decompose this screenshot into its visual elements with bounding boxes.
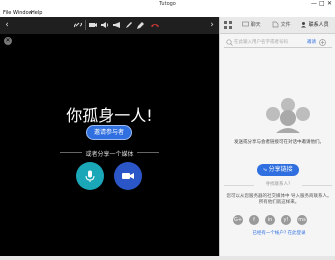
tab-files[interactable]: 文件 — [272, 20, 298, 30]
search-input[interactable]: 在此输入用户名字或者号码 — [234, 39, 288, 45]
maximize-button[interactable]: □ — [319, 0, 325, 8]
window-title: Tutogo — [159, 1, 176, 7]
facebook-icon[interactable]: f — [249, 215, 259, 225]
call-area: ‹ › ✕ 你孤身一人! 邀请参与者 或者分享一个媒体 — [0, 17, 219, 256]
google-plus-icon[interactable]: G+ — [233, 215, 243, 225]
tab-files-label: 文件 — [280, 22, 291, 28]
yahoo-icon[interactable]: y! — [281, 215, 291, 225]
login-link[interactable]: 已经有一个帐户? 在此登录 — [226, 230, 332, 236]
window-titlebar: Tutogo — □ ✕ — [0, 0, 335, 9]
grid-icon[interactable] — [224, 20, 232, 30]
microphone-icon — [85, 170, 95, 182]
share-media-divider: 或者分享一个媒体 — [0, 147, 219, 158]
tab-chat[interactable]: 聊天 — [242, 20, 268, 30]
toolbar-divider — [85, 20, 86, 30]
edit-icon[interactable] — [136, 20, 146, 30]
close-window-button[interactable]: ✕ — [327, 0, 332, 8]
share-link-label: 分享链接 — [268, 166, 293, 173]
camera-icon[interactable] — [88, 20, 98, 30]
menu-help[interactable]: Help — [31, 10, 42, 16]
chevron-right-icon[interactable]: › — [207, 20, 217, 30]
video-button[interactable] — [114, 162, 142, 190]
social-import-row: G+ f in y! ms — [233, 215, 325, 226]
divider-line — [137, 152, 159, 153]
invite-link[interactable]: 邀请 — [307, 39, 316, 45]
tab-chat-label: 聊天 — [250, 22, 261, 28]
megaphone-icon[interactable] — [112, 20, 122, 30]
menu-file[interactable]: File — [3, 10, 11, 16]
find-contacts-label: 寻找联系人? — [265, 182, 291, 187]
invite-participants-button[interactable]: 邀请参与者 — [86, 125, 132, 140]
hangup-icon[interactable] — [150, 20, 160, 30]
microsoft-icon[interactable]: ms — [297, 215, 307, 225]
share-link-button[interactable]: ⤷ 分享链接 — [257, 164, 299, 176]
minimize-button[interactable]: — — [311, 0, 317, 8]
tab-contacts[interactable]: 联系人员 — [300, 20, 334, 30]
linkedin-icon[interactable]: in — [265, 215, 275, 225]
call-toolbar: ‹ › — [0, 17, 219, 34]
speaker-icon[interactable] — [100, 20, 110, 30]
share-icon: ⤷ — [263, 166, 267, 173]
divider-line — [302, 185, 332, 186]
invite-hint-text: 发送或分享与会者链接可在对话中邀请他们。 — [234, 140, 324, 145]
import-contacts-text: 您可以从您服务器的社交媒体中 导入服务商联系人。所有他们就这样来。 — [226, 194, 332, 205]
share-media-label: 或者分享一个媒体 — [85, 151, 134, 158]
link-icon[interactable] — [73, 20, 83, 30]
add-contact-icon[interactable] — [319, 39, 326, 46]
menu-window[interactable]: Window — [13, 10, 33, 16]
chevron-left-icon[interactable]: ‹ — [2, 20, 12, 30]
panel-tabs: 聊天 文件 联系人员 — [220, 17, 335, 34]
close-icon[interactable]: ✕ — [4, 37, 12, 45]
video-camera-icon — [122, 173, 134, 179]
menu-bar: File Window Help — [0, 9, 335, 17]
search-icon — [226, 39, 233, 46]
contact-search[interactable]: 在此输入用户名字或者号码 邀请 — [224, 38, 332, 48]
find-contacts-divider: 寻找联系人? — [224, 181, 332, 189]
alone-heading: 你孤身一人! — [66, 106, 153, 125]
pen-icon[interactable] — [124, 20, 134, 30]
contacts-panel: 聊天 文件 联系人员 在此输入用户名字或者号码 邀请 发送或分享与会者链接可在对… — [219, 17, 335, 256]
window-bottom-edge — [0, 256, 335, 260]
people-illustration-icon — [266, 98, 310, 133]
tab-contacts-label: 联系人员 — [308, 22, 329, 28]
microphone-button[interactable] — [76, 162, 104, 190]
